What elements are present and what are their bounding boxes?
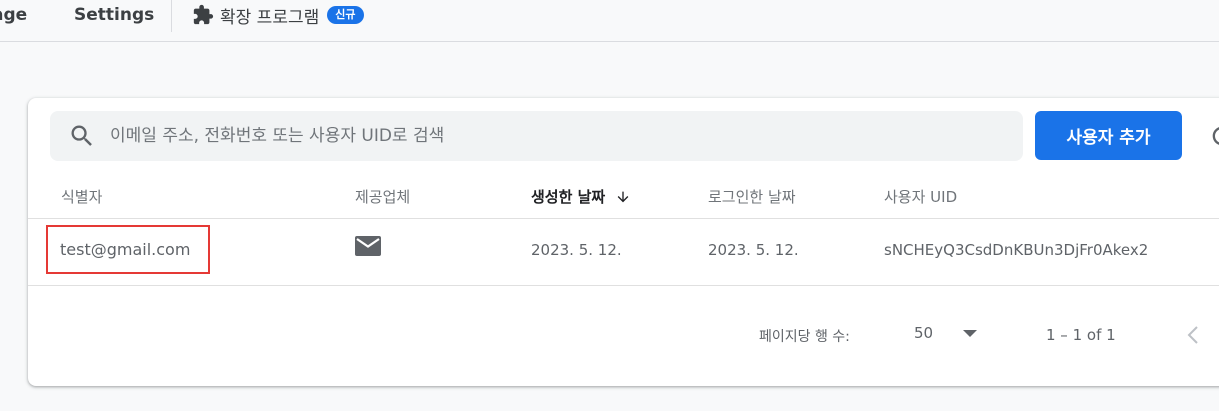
tab-divider — [171, 0, 172, 32]
rows-per-page-label: 페이지당 행 수: — [759, 329, 850, 345]
rows-per-page-select[interactable]: 50 — [914, 324, 978, 342]
row-divider — [28, 285, 1219, 286]
tab-usage[interactable]: age — [0, 0, 27, 30]
column-header-signed-in[interactable]: 로그인한 날짜 — [708, 186, 796, 207]
column-header-created[interactable]: 생성한 날짜 — [531, 186, 631, 207]
search-input[interactable] — [110, 126, 990, 146]
dropdown-arrow-icon — [963, 330, 978, 337]
signed-in-date-cell: 2023. 5. 12. — [708, 241, 799, 259]
header-divider — [28, 218, 1219, 219]
search-bar[interactable] — [50, 111, 1023, 161]
column-header-uid-label: 사용자 UID — [884, 188, 958, 206]
tab-extensions[interactable]: 확장 프로그램 신규 — [192, 0, 364, 30]
tab-extensions-label: 확장 프로그램 — [220, 7, 320, 28]
user-uid-cell: sNCHEyQ3CsdDnKBUn3DjFr0Akex2 — [884, 241, 1149, 259]
column-header-signed-in-label: 로그인한 날짜 — [708, 188, 796, 206]
column-header-identifier[interactable]: 식별자 — [61, 186, 102, 207]
arrow-down-icon — [617, 191, 629, 202]
identifier-cell[interactable]: test@gmail.com — [46, 225, 210, 274]
column-header-provider[interactable]: 제공업체 — [355, 186, 410, 207]
column-header-created-label: 생성한 날짜 — [531, 188, 606, 206]
mail-icon — [355, 236, 381, 256]
tab-settings-label: Settings — [74, 5, 155, 25]
search-icon — [71, 125, 92, 146]
top-navigation: age Settings 확장 프로그램 신규 — [0, 0, 1219, 42]
tab-usage-label: age — [0, 5, 28, 25]
created-date-cell: 2023. 5. 12. — [531, 241, 622, 259]
add-user-button[interactable]: 사용자 추가 — [1035, 111, 1182, 160]
pagination-range: 1 – 1 of 1 — [1046, 326, 1116, 344]
column-header-identifier-label: 식별자 — [61, 188, 103, 206]
column-header-uid[interactable]: 사용자 UID — [884, 186, 957, 207]
previous-page-icon[interactable] — [1184, 324, 1202, 346]
extension-icon — [192, 4, 214, 26]
tab-settings[interactable]: Settings — [74, 0, 154, 30]
rows-per-page-value: 50 — [914, 324, 934, 342]
refresh-icon[interactable] — [1208, 122, 1219, 150]
column-header-provider-label: 제공업체 — [355, 188, 411, 206]
users-card: 사용자 추가 식별자 제공업체 생성한 날짜 로그인한 날짜 사용자 UID t… — [28, 98, 1219, 386]
identifier-text: test@gmail.com — [60, 240, 191, 259]
new-badge: 신규 — [327, 6, 364, 24]
